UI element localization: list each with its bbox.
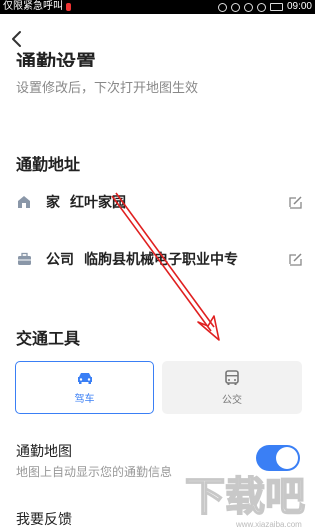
location-icon: [230, 2, 240, 12]
page-subtitle: 设置修改后，下次打开地图生效: [16, 80, 199, 95]
mode-bus-button[interactable]: 公交: [162, 361, 302, 414]
commute-map-subtitle: 地图上自动显示您的通勤信息: [16, 465, 173, 479]
status-bar: 仅限紧急呼叫 09:00: [0, 0, 315, 14]
work-label: 公司: [46, 251, 74, 267]
carrier-text: 仅限紧急呼叫: [3, 1, 63, 12]
mode-driving-label: 驾车: [74, 393, 95, 405]
alarm-icon: [243, 2, 253, 12]
home-icon: [16, 194, 32, 210]
commute-address-title: 通勤地址: [16, 157, 81, 174]
car-icon: [77, 372, 92, 384]
back-arrow-icon[interactable]: [9, 30, 25, 48]
mode-driving-button[interactable]: 驾车: [15, 361, 154, 414]
mic-icon: [66, 3, 71, 11]
home-value: 红叶家园: [70, 194, 126, 210]
work-address-row[interactable]: 公司 临朐县机械电子职业中专: [16, 247, 304, 271]
briefcase-icon: [16, 251, 32, 267]
watermark-logo: 下载吧: [184, 473, 306, 521]
battery-icon: [269, 3, 283, 11]
feedback-item[interactable]: 我要反馈: [16, 509, 72, 529]
commute-map-title: 通勤地图: [16, 443, 72, 459]
nfc-icon: [217, 2, 227, 12]
mode-bus-label: 公交: [222, 394, 242, 406]
home-address-row[interactable]: 家 红叶家园: [16, 190, 304, 214]
page-title: 通勤设置: [16, 52, 96, 67]
edit-icon[interactable]: [288, 251, 304, 267]
work-value: 临朐县机械电子职业中专: [84, 251, 238, 267]
transport-title: 交通工具: [16, 331, 81, 348]
edit-icon[interactable]: [288, 194, 304, 210]
wifi-icon: [256, 2, 266, 12]
bus-icon: [225, 369, 239, 385]
home-label: 家: [46, 194, 60, 210]
watermark-site: www.xiazaiba.com: [236, 520, 302, 529]
watermark-text: 下载吧: [185, 474, 305, 520]
status-time: 09:00: [286, 1, 312, 12]
